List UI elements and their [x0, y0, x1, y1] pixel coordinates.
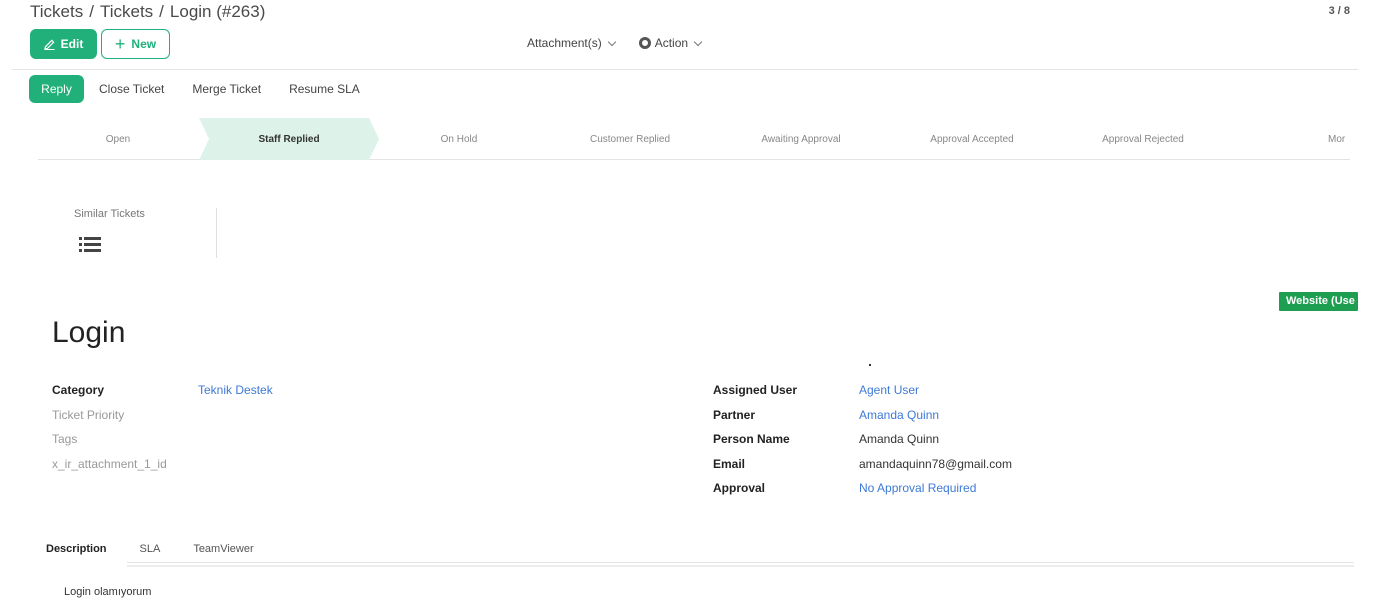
field-email: Email amandaquinn78@gmail.com	[713, 457, 1012, 482]
field-label: Ticket Priority	[52, 407, 125, 422]
edit-button-label: Edit	[60, 37, 84, 51]
field-attachment: x_ir_attachment_1_id	[52, 457, 273, 482]
ticket-title: Login	[52, 316, 126, 349]
breadcrumb: Tickets / Tickets / Login (#263)	[30, 2, 265, 22]
new-button[interactable]: + New	[101, 29, 170, 59]
field-partner: Partner Amanda Quinn	[713, 408, 1012, 433]
category-value-link[interactable]: Teknik Destek	[198, 383, 273, 408]
new-button-label: New	[131, 37, 157, 51]
field-label: Category	[52, 383, 105, 397]
tab-teamviewer[interactable]: TeamViewer	[193, 543, 253, 555]
tab-sla[interactable]: SLA	[140, 543, 161, 555]
similar-tickets-label: Similar Tickets	[74, 208, 145, 220]
reply-button[interactable]: Reply	[29, 75, 84, 103]
assigned-user-link[interactable]: Agent User	[859, 383, 919, 408]
stage-more[interactable]: Mor	[1328, 118, 1350, 160]
field-label: x_ir_attachment_1_id	[52, 456, 167, 471]
field-label: Tags	[52, 432, 78, 446]
resume-sla-button[interactable]: Resume SLA	[289, 82, 360, 96]
field-ticket-priority: Ticket Priority	[52, 408, 273, 433]
stage-awaiting-approval[interactable]: Awaiting Approval	[716, 118, 886, 160]
edit-button[interactable]: Edit	[30, 29, 97, 59]
chevron-down-icon	[607, 37, 616, 46]
field-person-name: Person Name Amanda Quinn	[713, 432, 1012, 457]
ticket-actions: Close Ticket Merge Ticket Resume SLA	[99, 82, 360, 96]
field-label: Approval	[713, 481, 766, 495]
stage-customer-replied[interactable]: Customer Replied	[545, 118, 715, 160]
tab-divider	[127, 562, 1354, 567]
notebook-tabs: Description SLA TeamViewer	[46, 543, 287, 555]
stage-approval-accepted[interactable]: Approval Accepted	[887, 118, 1057, 160]
partner-link[interactable]: Amanda Quinn	[859, 408, 939, 433]
field-assigned-user: Assigned User Agent User	[713, 383, 1012, 408]
action-dropdown[interactable]: Action	[638, 36, 703, 50]
breadcrumb-separator: /	[159, 2, 164, 21]
similar-tickets-button[interactable]: Similar Tickets	[74, 208, 217, 258]
field-approval: Approval No Approval Required	[713, 481, 1012, 506]
stage-on-hold[interactable]: On Hold	[374, 118, 544, 160]
merge-ticket-button[interactable]: Merge Ticket	[192, 82, 261, 96]
stage-approval-rejected[interactable]: Approval Rejected	[1058, 118, 1228, 160]
tab-description[interactable]: Description	[46, 543, 107, 555]
left-field-group: Category Teknik Destek Ticket Priority T…	[52, 383, 273, 481]
field-category: Category Teknik Destek	[52, 383, 273, 408]
close-ticket-button[interactable]: Close Ticket	[99, 82, 164, 96]
header-divider	[12, 69, 1358, 70]
field-label: Email	[713, 456, 746, 471]
breadcrumb-separator: /	[89, 2, 94, 21]
person-name-value: Amanda Quinn	[859, 432, 940, 446]
record-toolbar: Attachment(s) Action	[527, 36, 703, 50]
field-tags: Tags	[52, 432, 273, 457]
email-value: amandaquinn78@gmail.com	[859, 456, 1012, 471]
right-field-group: Assigned User Agent User Partner Amanda …	[713, 383, 1012, 506]
description-text: Login olamıyorum	[64, 586, 152, 598]
field-label: Assigned User	[713, 383, 798, 397]
stray-dot	[869, 364, 871, 366]
breadcrumb-item-current: Login (#263)	[169, 2, 266, 21]
pager-counter[interactable]: 3 / 8	[1329, 5, 1350, 17]
action-dropdown-label: Action	[654, 36, 689, 50]
field-label: Person Name	[713, 432, 790, 446]
gear-icon	[638, 37, 651, 49]
attachments-dropdown[interactable]: Attachment(s)	[527, 36, 616, 50]
breadcrumb-item-tickets-list[interactable]: Tickets	[100, 2, 153, 22]
stage-staff-replied[interactable]: Staff Replied	[199, 118, 379, 160]
list-icon	[79, 237, 101, 252]
pencil-icon	[43, 39, 55, 50]
field-label: Partner	[713, 407, 756, 422]
attachments-dropdown-label: Attachment(s)	[527, 36, 602, 50]
stage-pipeline: Open Staff Replied On Hold Customer Repl…	[38, 118, 1350, 160]
breadcrumb-item-tickets[interactable]: Tickets	[30, 2, 83, 22]
stage-open[interactable]: Open	[38, 118, 198, 160]
chevron-down-icon	[693, 37, 703, 46]
source-badge: Website (Use	[1279, 292, 1358, 311]
plus-icon: +	[114, 34, 126, 54]
approval-link[interactable]: No Approval Required	[859, 481, 976, 506]
